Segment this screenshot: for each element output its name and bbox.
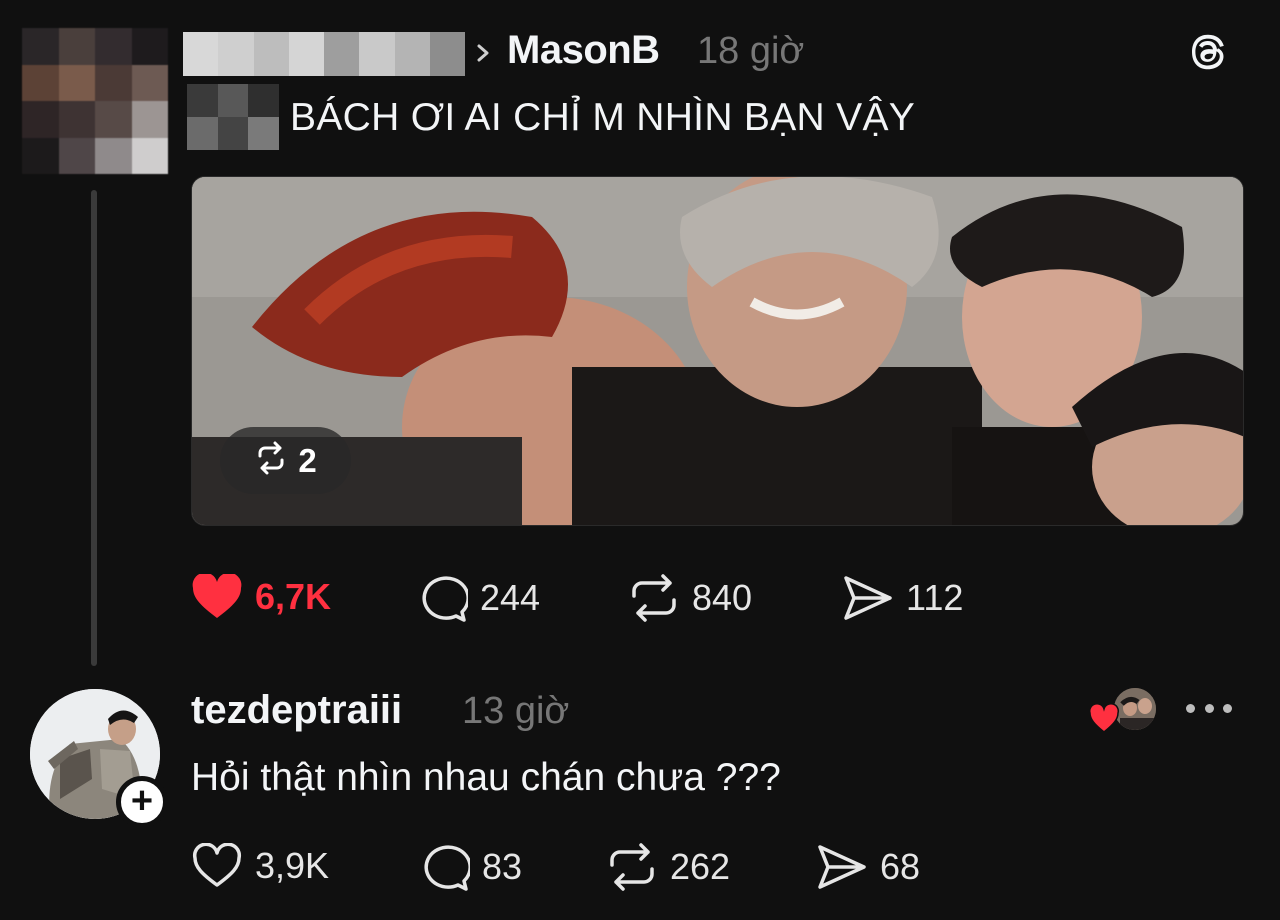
heart-icon bbox=[191, 843, 243, 889]
media-repost-badge[interactable]: 2 bbox=[220, 427, 351, 494]
media-repost-count: 2 bbox=[298, 441, 317, 479]
comment-button[interactable]: 244 bbox=[416, 574, 540, 622]
post-author-name[interactable]: MasonB bbox=[507, 28, 660, 73]
reply-author-name[interactable]: tezdeptraiii bbox=[191, 688, 402, 733]
share-count: 112 bbox=[906, 577, 964, 618]
reply-like-count: 3,9K bbox=[255, 845, 330, 886]
reply-like-button[interactable]: 3,9K bbox=[191, 843, 329, 889]
reply-repost-count: 262 bbox=[670, 846, 731, 887]
repost-icon bbox=[628, 574, 680, 622]
comment-count: 244 bbox=[480, 577, 541, 618]
reply-share-button[interactable]: 68 bbox=[816, 843, 920, 891]
author-liked-heart-icon bbox=[1088, 703, 1120, 734]
chevron-right-icon bbox=[473, 38, 495, 68]
post-text: BÁCH ƠI AI CHỈ M NHÌN BẠN VẬY bbox=[290, 96, 916, 139]
threads-logo-icon[interactable] bbox=[1184, 28, 1232, 76]
reply-comment-button[interactable]: 83 bbox=[418, 843, 522, 891]
repost-icon bbox=[254, 441, 288, 480]
reply-timestamp: 13 giờ bbox=[462, 690, 570, 732]
comment-icon bbox=[418, 843, 470, 891]
repost-button[interactable]: 840 bbox=[628, 574, 752, 622]
thread-connector-line bbox=[91, 190, 97, 666]
post-timestamp: 18 giờ bbox=[697, 30, 805, 72]
share-button[interactable]: 112 bbox=[842, 574, 963, 622]
reply-text: Hỏi thật nhìn nhau chán chưa ??? bbox=[191, 756, 781, 799]
follow-plus-icon[interactable]: + bbox=[116, 776, 168, 828]
repost-icon bbox=[606, 843, 658, 891]
send-icon bbox=[816, 843, 868, 891]
more-icon[interactable] bbox=[1186, 700, 1232, 716]
reply-comment-count: 83 bbox=[482, 846, 523, 887]
author-avatar-blurred[interactable] bbox=[22, 28, 168, 174]
reply-share-count: 68 bbox=[880, 846, 921, 887]
blurred-tag bbox=[187, 84, 279, 150]
reply-repost-button[interactable]: 262 bbox=[606, 843, 730, 891]
repost-count: 840 bbox=[692, 577, 753, 618]
like-button[interactable]: 6,7K bbox=[191, 574, 331, 620]
like-count: 6,7K bbox=[255, 576, 332, 617]
send-icon bbox=[842, 574, 894, 622]
heart-icon bbox=[191, 574, 243, 620]
comment-icon bbox=[416, 574, 468, 622]
blurred-reposter-name bbox=[183, 32, 465, 76]
post-photo[interactable] bbox=[191, 176, 1244, 526]
